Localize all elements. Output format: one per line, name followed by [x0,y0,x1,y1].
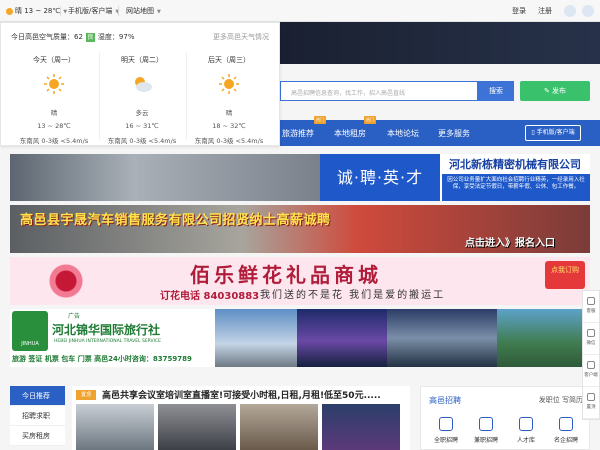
travel-photo [297,309,387,367]
building-icon [559,417,573,431]
banner-company-block: 河北新栋精密机械有限公司 因公司业务量扩大面向社会招聘行业精英，一经录用入社保，… [440,154,590,201]
weather-day-tomorrow: 明天（周二） 多云 16 ~ 31℃ 东南风 0-3级 <5.4m/s [107,56,177,145]
register-link[interactable]: 注册 [538,6,552,16]
weather-day-today: 今天（周一） 晴 13 ~ 28℃ 东南风 0-3级 <5.4m/s [19,56,89,145]
recruit-links: 发职位 写简历 [539,395,583,405]
news-thumbnail[interactable] [158,404,236,450]
travel-photo [387,309,497,367]
news-thumbnail[interactable] [322,404,400,450]
banner-cta[interactable]: 点击进入》报名入口 [465,234,555,249]
banner-hiring-text: 诚·聘·英·才 [320,154,440,201]
recruit-fulltime[interactable]: 全职招聘 [429,417,463,444]
nav-item-travel[interactable]: 旅游推荐 [282,128,314,139]
weibo-icon[interactable] [564,5,576,17]
recruit-talent[interactable]: 人才库 [509,417,543,444]
side-service[interactable]: 客服 [583,291,599,323]
side-app[interactable]: 客户端 [583,355,599,387]
hot-badge: 热门 [314,116,326,124]
banner-jinhua-travel[interactable]: JINHUA 广告 河北锦华国际旅行社 HEBEI JINHUA INTERNA… [10,309,590,367]
search-bar: 高邑招聘信息查询，找工作，招人高邑直线 搜索 ✎ 发布 [280,81,600,105]
headset-icon [587,297,595,305]
travel-photo [497,309,590,367]
menu-today[interactable]: 今日推荐 [10,386,65,406]
side-top[interactable]: 置顶 [583,387,599,419]
featured-news: 置顶 高邑共享会议室培训室直播室!可接受小时租,日租,月租!低至50元..... [72,386,410,450]
sun-icon [44,74,64,94]
publish-button[interactable]: ✎ 发布 [520,81,590,101]
divider [60,6,61,16]
weather-day-after: 后天（周三） 晴 18 ~ 32℃ 东南风 0-3级 <5.4m/s [194,56,264,145]
banner-yusheng[interactable]: 高邑县宇晟汽车销售服务有限公司招贤纳士高薪诚聘 点击进入》报名入口 [10,205,590,253]
news-headline[interactable]: 高邑共享会议室培训室直播室!可接受小时租,日租,月租!低至50元..... [102,388,381,401]
nav-item-forum[interactable]: 本地论坛 [387,128,419,139]
factory-photo [10,154,320,201]
chevron-down-icon: ▼ [157,9,161,15]
sitemap-link[interactable]: 网站地图 ▼ [126,6,161,16]
briefcase-icon [439,417,453,431]
nav-item-rent[interactable]: 本地租房 [334,128,366,139]
banner-title: 高邑县宇晟汽车销售服务有限公司招贤纳士高薪诚聘 [20,213,331,228]
weather-dropdown: 今日高邑空气质量：62 良湿度：97% 更多高邑天气情况 今天（周一） 晴 13 … [0,22,280,146]
login-link[interactable]: 登录 [512,6,526,16]
banner-slogan: 我们送的不是花 我们是爱的搬运工 [260,290,446,301]
pin-badge: 置顶 [76,390,96,400]
aq-level-badge: 良 [85,33,95,42]
side-wechat[interactable]: 微信 [583,323,599,355]
arrow-up-icon [587,393,595,401]
banner-xindong[interactable]: 诚·聘·英·才 河北新栋精密机械有限公司 因公司业务量扩大面向社会招聘行业精英，… [10,154,590,201]
air-quality: 今日高邑空气质量：62 良湿度：97% [11,33,135,42]
top-bar: 晴 13 ~ 28℃▼ 手机版/客户端▼ 网站地图▼ 登录 注册 [0,0,600,22]
sun-small-icon [6,7,13,15]
search-button[interactable]: 搜索 [478,81,514,101]
banner-en-title: HEBEI JINHUA INTERNATIONAL TRAVEL SERVIC… [54,339,161,344]
wechat-icon [587,329,595,337]
recruit-famous[interactable]: 名企招聘 [549,417,583,444]
write-resume-link[interactable]: 写简历 [562,396,583,404]
recruit-parttime[interactable]: 兼职招聘 [469,417,503,444]
menu-housing[interactable]: 买房租房 [10,426,65,446]
jinhua-logo: JINHUA [12,311,48,351]
recruit-panel: 高邑招聘 发职位 写简历 全职招聘 兼职招聘 人才库 名企招聘 [420,386,590,450]
edit-icon: ✎ [543,87,553,95]
order-button[interactable]: 点我订购 [545,261,585,289]
qq-icon[interactable] [582,5,594,17]
left-category-menu: 今日推荐 招聘求职 买房租房 [10,386,65,446]
banner-phone: 订花电话 84030883 [160,291,260,302]
main-nav: 旅游推荐 热门 本地租房 热门 本地论坛 更多服务 ▯ 手机版/客户端 [280,116,600,146]
nav-item-more[interactable]: 更多服务 [438,128,470,139]
phone-icon [587,361,595,369]
banner-title: 佰乐鲜花礼品商城 [190,263,382,287]
more-weather-link[interactable]: 更多高邑天气情况 [213,32,269,42]
company-desc: 因公司业务量扩大面向社会招聘行业精英，一经录用入社保，享受法定节假日，带薪年假、… [442,174,590,201]
sun-icon [219,74,239,94]
user-clock-icon [479,417,493,431]
divider [118,6,119,16]
user-icon [519,417,533,431]
ad-label: 广告 [68,313,81,320]
nav-mobile-button[interactable]: ▯ 手机版/客户端 [525,125,581,141]
menu-jobs[interactable]: 招聘求职 [10,406,65,426]
mobile-link[interactable]: 手机版/客户端▼ [68,6,119,16]
header-banner [280,22,600,64]
banner-services: 旅游 签证 机票 包车 门票 高邑24小时咨询：83759789 [12,355,192,363]
banner-title: 河北锦华国际旅行社 [52,323,161,337]
recruit-title: 高邑招聘 [429,396,461,405]
travel-photo [215,309,297,367]
search-input[interactable]: 高邑招聘信息查询，找工作，招人高邑直线 [280,81,478,101]
banner-baile-flowers[interactable]: 佰乐鲜花礼品商城 订花电话 84030883 我们送的不是花 我们是爱的搬运工 … [10,257,590,305]
travel-info: JINHUA 广告 河北锦华国际旅行社 HEBEI JINHUA INTERNA… [10,309,215,367]
company-name: 河北新栋精密机械有限公司 [449,158,581,171]
news-thumbnail[interactable] [240,404,318,450]
post-job-link[interactable]: 发职位 [539,396,560,404]
news-thumbnail[interactable] [76,404,154,450]
chevron-down-icon: ▼ [63,9,68,15]
partly-cloudy-icon [135,77,152,92]
side-float-toolbar: 客服 微信 客户端 置顶 [582,290,600,420]
hot-badge: 热门 [364,116,376,124]
weather-summary[interactable]: 晴 13 ~ 28℃ ▼ [6,6,67,16]
roses-image [10,257,150,305]
